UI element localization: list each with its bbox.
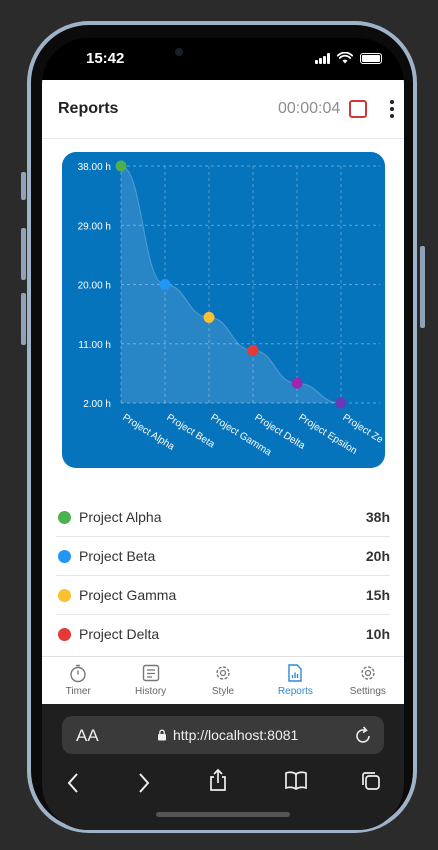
wifi-icon (337, 52, 353, 64)
legend-value: 10h (365, 626, 390, 642)
url-display: http://localhost:8081 (157, 727, 298, 743)
app: Reports 00:00:04 38.00 h 29.00 h 20.00 h 11… (42, 80, 404, 705)
tab-label: Settings (349, 686, 386, 697)
report-icon (288, 664, 303, 682)
legend-item[interactable]: Project Beta 20h (56, 537, 390, 576)
y-tick-label: 20.00 h (78, 281, 111, 292)
hours-chart: 38.00 h 29.00 h 20.00 h 11.00 h 2.00 h Projec… (62, 152, 385, 468)
status-bar: 15:42 (42, 38, 404, 80)
data-point (335, 397, 347, 409)
bookmarks-icon[interactable] (284, 770, 308, 790)
address-bar[interactable]: AA http://localhost:8081 (62, 716, 384, 754)
y-tick-label: 29.00 h (78, 221, 111, 232)
volume-up-button (21, 228, 26, 280)
camera-icon (175, 48, 183, 56)
data-point (115, 160, 127, 172)
tab-style[interactable]: Style (187, 657, 259, 705)
gear-icon (361, 666, 375, 680)
app-header: Reports 00:00:04 (42, 80, 404, 139)
url-text: http://localhost:8081 (173, 727, 299, 743)
share-icon[interactable] (208, 768, 228, 792)
legend-name: Project Beta (79, 548, 156, 564)
tab-label: Reports (277, 686, 313, 697)
tab-label: Timer (65, 686, 91, 697)
legend-value: 15h (365, 587, 390, 603)
back-icon[interactable] (66, 772, 80, 794)
legend-name: Project Gamma (79, 587, 177, 603)
power-button (420, 246, 425, 328)
browser-nav (42, 764, 404, 804)
legend-name: Project Alpha (79, 509, 162, 525)
legend-dot (58, 549, 71, 563)
bottom-tab-bar: Timer History Style Reports Settings (42, 656, 404, 705)
tab-reports[interactable]: Reports (259, 657, 331, 705)
legend-dot (58, 627, 71, 641)
data-point (159, 279, 171, 290)
data-point (203, 311, 215, 323)
legend-value: 20h (365, 548, 390, 564)
lock-icon (158, 729, 166, 741)
history-icon (142, 664, 159, 682)
gear-icon (216, 666, 230, 680)
action-button (21, 172, 26, 200)
status-time: 15:42 (86, 50, 125, 67)
tabs-icon[interactable] (360, 770, 382, 792)
legend-dot (58, 510, 71, 524)
tab-label: Style (211, 686, 235, 697)
legend-item[interactable]: Project Delta 10h (56, 615, 390, 653)
tab-settings[interactable]: Settings (332, 657, 404, 705)
browser-toolbar: AA http://localhost:8081 (42, 704, 404, 830)
chart-svg: 38.00 h29.00 h20.00 h11.00 h2.00 hProjec… (78, 160, 385, 459)
tab-label: History (135, 686, 167, 697)
elapsed-timer: 00:00:04 (278, 100, 341, 117)
tab-timer[interactable]: Timer (42, 657, 114, 705)
legend-list: Project Alpha 38h Project Beta 20h Proje… (56, 498, 390, 653)
battery-icon (360, 52, 382, 64)
data-point (247, 344, 259, 356)
legend-dot (58, 588, 71, 602)
legend-name: Project Delta (79, 626, 160, 642)
data-point (291, 377, 303, 389)
signal-icon (315, 52, 330, 64)
tab-history[interactable]: History (114, 657, 186, 705)
legend-item[interactable]: Project Alpha 38h (56, 498, 390, 537)
screen: 15:42 Reports 00:00:04 38.00 h 29.00 h 20.… (42, 38, 404, 830)
stop-button[interactable] (349, 100, 367, 118)
y-tick-label: 2.00 h (83, 399, 111, 410)
reload-icon[interactable] (354, 725, 372, 745)
y-tick-label: 38.00 h (78, 162, 111, 173)
legend-value: 38h (365, 509, 390, 525)
legend-item[interactable]: Project Gamma 15h (56, 576, 390, 615)
volume-down-button (21, 293, 26, 345)
home-indicator (156, 812, 290, 817)
reader-text-size-button[interactable]: AA (76, 726, 99, 746)
status-icons (315, 52, 382, 64)
forward-icon[interactable] (137, 772, 151, 794)
dynamic-island (153, 38, 294, 68)
more-menu-icon[interactable] (389, 100, 395, 120)
stopwatch-icon (70, 664, 86, 683)
page-title: Reports (58, 100, 119, 117)
y-tick-label: 11.00 h (78, 340, 111, 351)
